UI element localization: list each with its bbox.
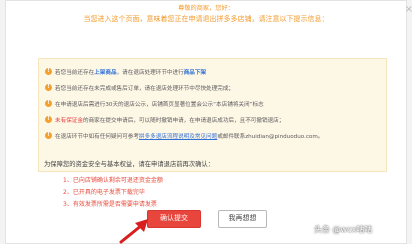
- notice-text: 未有保证金: [55, 117, 83, 124]
- exit-store-dialog: × 尊敬的商家，您好： 当您进入这个页面，意味着您正在申请退出拼多多店铺，请注意…: [5, 0, 412, 244]
- notice-line: ! 未有保证金 的商家在提交申请后，可以随时撤销申请，在申请退店成功后，且不可撤销退…: [45, 114, 284, 125]
- confirm-title: 为保障您的资金安全与基本权益，请在申请退店前再次确认：: [44, 161, 215, 168]
- notice-text: 若您当前还存在未完成或售后订单，请在退店处理环节中尽快处理完成；: [55, 85, 235, 92]
- notice-text: 上架商品: [94, 69, 117, 76]
- notice-line: ! 若您当前还存在 上架商品 ，请在退店处理环节中进行 商品下架: [45, 66, 206, 77]
- notice-line: ! 在申请退店后需进行30天的退店公示，店铺首页显著位置会公示“本店铺将关闭”标志: [45, 98, 264, 109]
- notice-text: 商品下架: [183, 69, 207, 76]
- confirm-submit-button[interactable]: 确认提交: [147, 210, 201, 228]
- notice-text: 若您当前还存在: [55, 69, 95, 76]
- notice-text: 或邮件联系zhuidian@pinduoduo.com。: [217, 133, 324, 140]
- warning-icon: !: [45, 84, 52, 91]
- notice-text: ，请在退店处理环节中进行: [116, 69, 184, 76]
- notice-box: ! 若您当前还存在 上架商品 ，请在退店处理环节中进行 商品下架! 若您当前还存在未完成或…: [38, 58, 387, 172]
- notice-line: ! 若您当前还存在未完成或售后订单，请在退店处理环节中尽快处理完成；: [45, 82, 234, 93]
- warning-icon: !: [45, 116, 52, 123]
- warning-icon: !: [45, 132, 52, 139]
- notice-text: 的商家在提交申请后，可以随时撤销申请，在申请退店成功后，且不可撤销退店；: [82, 117, 285, 124]
- confirm-item: 3、有效发票所需是否需要申请发票: [63, 201, 157, 208]
- red-arrow-annotation: [119, 219, 148, 244]
- reconsider-button[interactable]: 我再想想: [218, 210, 267, 228]
- notice-line: ! 在退店环节中如有任何疑问可参考 拼多多退店流程说明及常见问题 或邮件联系zhuid…: [45, 130, 323, 141]
- warning-icon: !: [45, 68, 52, 75]
- notice-text: 在申请退店后需进行30天的退店公示，店铺首页显著位置会公示“本店铺将关闭”标志: [55, 101, 264, 108]
- notice-text: 在退店环节中如有任何疑问可参考: [55, 133, 139, 140]
- warning-icon: !: [45, 100, 52, 107]
- confirm-item: 1、已向店铺确认剩余可退还资金金额: [63, 177, 163, 184]
- watermark-text: 头条 @wcx咕咕: [314, 225, 373, 234]
- dialog-header: 尊敬的商家，您好： 当您进入这个页面，意味着您正在申请退出拼多多店铺，请注意以下…: [6, 4, 406, 25]
- greeting-text: 尊敬的商家，您好：: [178, 5, 234, 12]
- faq-link[interactable]: 拼多多退店流程说明及常见问题: [139, 132, 217, 140]
- intro-text: 当您进入这个页面，意味着您正在申请退出拼多多店铺，请注意以下提示信息：: [83, 15, 329, 23]
- confirm-item: 2、已开具的电子发票下载完毕: [63, 189, 145, 196]
